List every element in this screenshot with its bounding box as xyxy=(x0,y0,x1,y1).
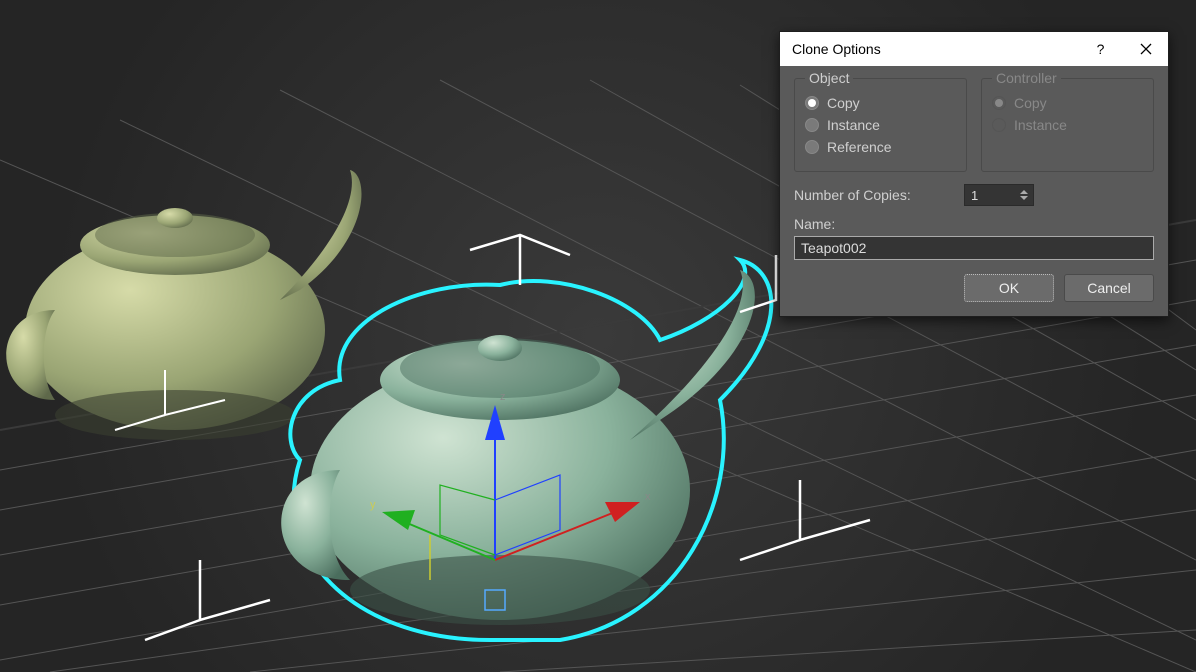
dialog-title: Clone Options xyxy=(792,41,881,57)
cancel-button[interactable]: Cancel xyxy=(1064,274,1154,302)
spinner-arrows-icon[interactable] xyxy=(1017,185,1031,205)
copies-value: 1 xyxy=(971,188,978,203)
button-label: Cancel xyxy=(1087,280,1131,296)
gizmo-y-label: y xyxy=(370,499,376,511)
dialog-titlebar[interactable]: Clone Options ? xyxy=(780,32,1168,66)
radio-icon xyxy=(992,118,1006,132)
clone-options-dialog: Clone Options ? Object Copy Instan xyxy=(779,31,1169,317)
copies-spinner[interactable]: 1 xyxy=(964,184,1034,206)
help-icon: ? xyxy=(1097,41,1105,57)
close-button[interactable] xyxy=(1123,32,1168,66)
close-icon xyxy=(1140,43,1152,55)
radio-label: Instance xyxy=(827,117,880,133)
controller-group: Controller Copy Instance xyxy=(981,78,1154,172)
gizmo-x-label: x xyxy=(645,491,651,503)
button-label: OK xyxy=(999,280,1019,296)
help-button[interactable]: ? xyxy=(1078,32,1123,66)
radio-icon xyxy=(805,96,819,110)
radio-icon xyxy=(805,118,819,132)
radio-object-reference[interactable]: Reference xyxy=(805,139,956,155)
radio-object-instance[interactable]: Instance xyxy=(805,117,956,133)
radio-label: Copy xyxy=(1014,95,1047,111)
radio-controller-copy: Copy xyxy=(992,95,1143,111)
teapot-clone-selected[interactable] xyxy=(281,260,771,640)
copies-label: Number of Copies: xyxy=(794,187,911,203)
radio-label: Copy xyxy=(827,95,860,111)
ok-button[interactable]: OK xyxy=(964,274,1054,302)
name-label: Name: xyxy=(794,216,1154,232)
gizmo-z-label: z xyxy=(500,391,506,403)
radio-icon xyxy=(805,140,819,154)
name-input[interactable] xyxy=(794,236,1154,260)
object-group-label: Object xyxy=(805,70,853,86)
radio-object-copy[interactable]: Copy xyxy=(805,95,956,111)
controller-group-label: Controller xyxy=(992,70,1061,86)
object-group: Object Copy Instance Reference xyxy=(794,78,967,172)
radio-label: Instance xyxy=(1014,117,1067,133)
radio-icon xyxy=(992,96,1006,110)
radio-label: Reference xyxy=(827,139,892,155)
radio-controller-instance: Instance xyxy=(992,117,1143,133)
